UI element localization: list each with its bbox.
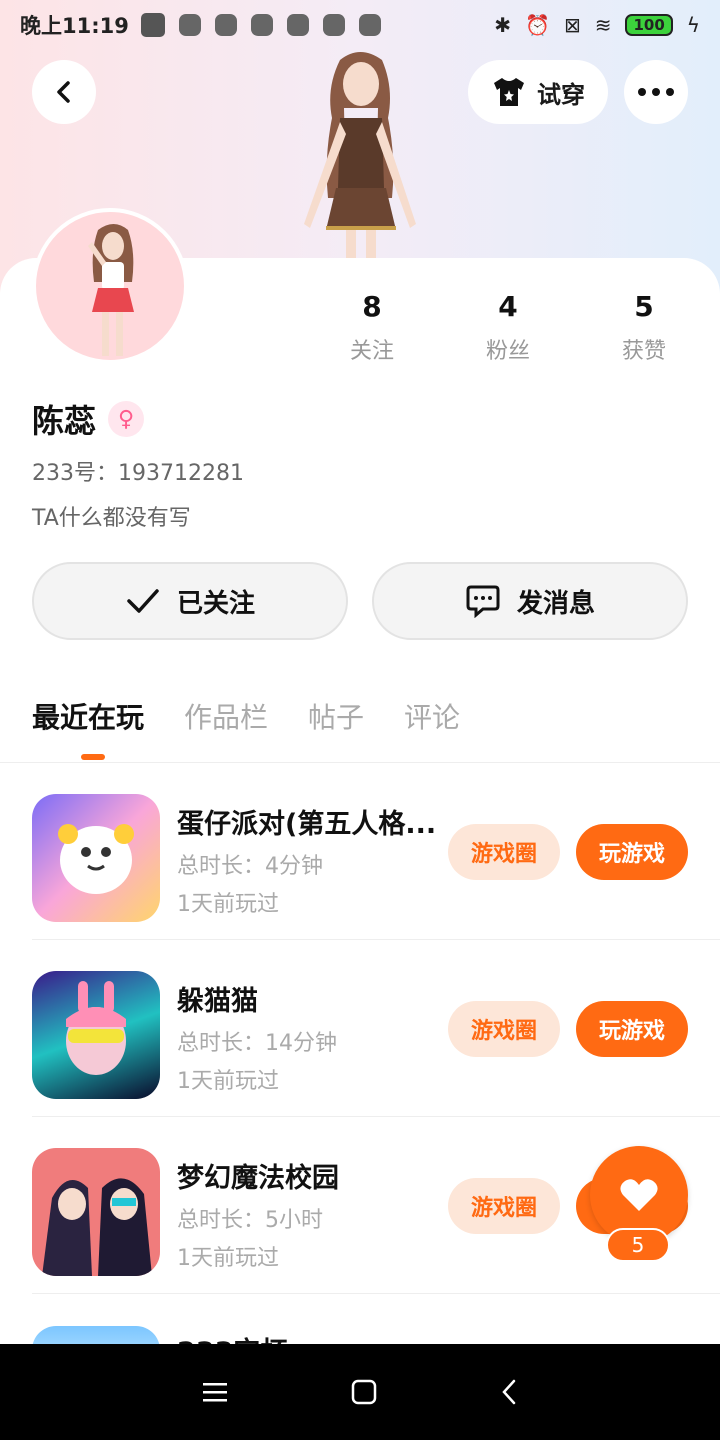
profile-tabs: 最近在玩 作品栏 帖子 评论 xyxy=(32,696,460,736)
user-bio: TA什么都没有写 xyxy=(32,506,191,531)
charging-icon: ϟ xyxy=(686,13,700,37)
tab-recently-played[interactable]: 最近在玩 xyxy=(32,696,144,736)
like-count-badge: 5 xyxy=(606,1228,670,1262)
game-duration: 总时长：14分钟 xyxy=(177,1031,337,1056)
game-circle-button[interactable]: 游戏圈 xyxy=(448,1001,560,1057)
row-divider xyxy=(32,1293,720,1294)
status-bar: 晚上11:19 ✱ ⏰ ⊠ ≋ 100 ϟ xyxy=(0,0,720,50)
shirt-icon xyxy=(494,78,524,106)
game-title: 梦幻魔法校园 xyxy=(177,1163,339,1194)
game-last-played: 1天前玩过 xyxy=(177,1246,279,1271)
game-title: 躲猫猫 xyxy=(177,986,258,1017)
play-game-button[interactable]: 玩游戏 xyxy=(576,824,688,880)
tab-posts[interactable]: 帖子 xyxy=(308,696,364,736)
more-dots-icon xyxy=(638,88,674,96)
game-duration: 总时长：4分钟 xyxy=(177,854,323,879)
row-divider xyxy=(32,1116,720,1117)
game-title: 233宝杯 xyxy=(177,1330,287,1344)
send-message-button[interactable]: 发消息 xyxy=(372,562,688,640)
heart-icon xyxy=(620,1179,658,1211)
game-icon-image xyxy=(32,971,160,1099)
stat-following[interactable]: 8 关注 xyxy=(304,290,440,365)
wifi-icon: ≋ xyxy=(594,13,612,37)
game-last-played: 1天前玩过 xyxy=(177,1069,279,1094)
stat-likes[interactable]: 5 获赞 xyxy=(576,290,712,365)
bluetooth-icon: ✱ xyxy=(494,13,512,37)
stat-label: 粉丝 xyxy=(485,339,530,364)
back-button[interactable] xyxy=(32,60,96,124)
row-divider xyxy=(32,939,720,940)
alarm-icon: ⏰ xyxy=(525,13,550,37)
game-title: 蛋仔派对(第五人格... xyxy=(177,809,437,840)
stat-label: 获赞 xyxy=(621,339,666,364)
game-row[interactable]: 躲猫猫 总时长：14分钟 1天前玩过 游戏圈 玩游戏 xyxy=(32,941,720,1117)
battery-icon: 100 xyxy=(625,14,673,36)
notification-icons xyxy=(140,13,381,37)
app-notification-icon xyxy=(214,14,237,36)
game-icon-image xyxy=(32,1148,160,1276)
home-icon[interactable] xyxy=(350,1378,378,1406)
user-id[interactable]: 233号：193712281 xyxy=(32,455,244,487)
avatar-3d-figure[interactable] xyxy=(288,48,433,260)
game-row-partial[interactable]: 233宝杯 xyxy=(32,1322,720,1344)
app-notification-icon xyxy=(358,14,381,36)
followed-button[interactable]: 已关注 xyxy=(32,562,348,640)
check-icon xyxy=(127,589,159,613)
avatar-figure-image xyxy=(88,224,134,356)
game-duration: 总时长：5小时 xyxy=(177,1208,323,1233)
app-notification-icon xyxy=(322,14,345,36)
tabs-divider xyxy=(0,762,720,763)
followed-label: 已关注 xyxy=(176,588,255,619)
more-button[interactable] xyxy=(624,60,688,124)
try-on-label: 试穿 xyxy=(537,80,585,109)
game-last-played: 1天前玩过 xyxy=(177,892,279,917)
system-icons: ✱ ⏰ ⊠ ≋ 100 ϟ xyxy=(494,13,700,37)
play-game-button[interactable]: 玩游戏 xyxy=(576,1001,688,1057)
user-name: 陈蕊 xyxy=(32,402,97,440)
app-notification-icon xyxy=(140,13,165,37)
active-tab-indicator xyxy=(81,754,105,760)
female-gender-icon: ♀ xyxy=(108,401,145,437)
message-label: 发消息 xyxy=(516,588,595,619)
stat-label: 关注 xyxy=(349,339,394,364)
profile-avatar[interactable] xyxy=(32,208,188,364)
game-row[interactable]: 蛋仔派对(第五人格... 总时长：4分钟 1天前玩过 游戏圈 玩游戏 xyxy=(32,764,720,940)
app-notification-icon xyxy=(286,14,309,36)
try-on-button[interactable]: 试穿 xyxy=(468,60,608,124)
stat-value: 5 xyxy=(634,290,654,323)
game-icon-image xyxy=(32,794,160,922)
game-circle-button[interactable]: 游戏圈 xyxy=(448,1178,560,1234)
game-icon-image xyxy=(32,1326,160,1344)
sim-icon: ⊠ xyxy=(563,13,581,37)
profile-stats: 8 关注 4 粉丝 5 获赞 xyxy=(304,290,720,365)
app-notification-icon xyxy=(250,14,273,36)
stat-value: 4 xyxy=(498,290,518,323)
back-arrow-icon xyxy=(57,81,70,103)
tab-comments[interactable]: 评论 xyxy=(404,696,460,736)
game-circle-button[interactable]: 游戏圈 xyxy=(448,824,560,880)
tab-works[interactable]: 作品栏 xyxy=(184,696,268,736)
name-row: 陈蕊 ♀ xyxy=(32,396,145,442)
stat-followers[interactable]: 4 粉丝 xyxy=(440,290,576,365)
system-nav-bar xyxy=(0,1344,720,1440)
back-icon[interactable] xyxy=(499,1378,519,1406)
status-time: 晚上11:19 xyxy=(20,14,129,38)
message-icon xyxy=(466,585,500,618)
mi-notification-icon xyxy=(178,14,201,36)
stat-value: 8 xyxy=(362,290,382,323)
menu-icon[interactable] xyxy=(201,1380,229,1404)
